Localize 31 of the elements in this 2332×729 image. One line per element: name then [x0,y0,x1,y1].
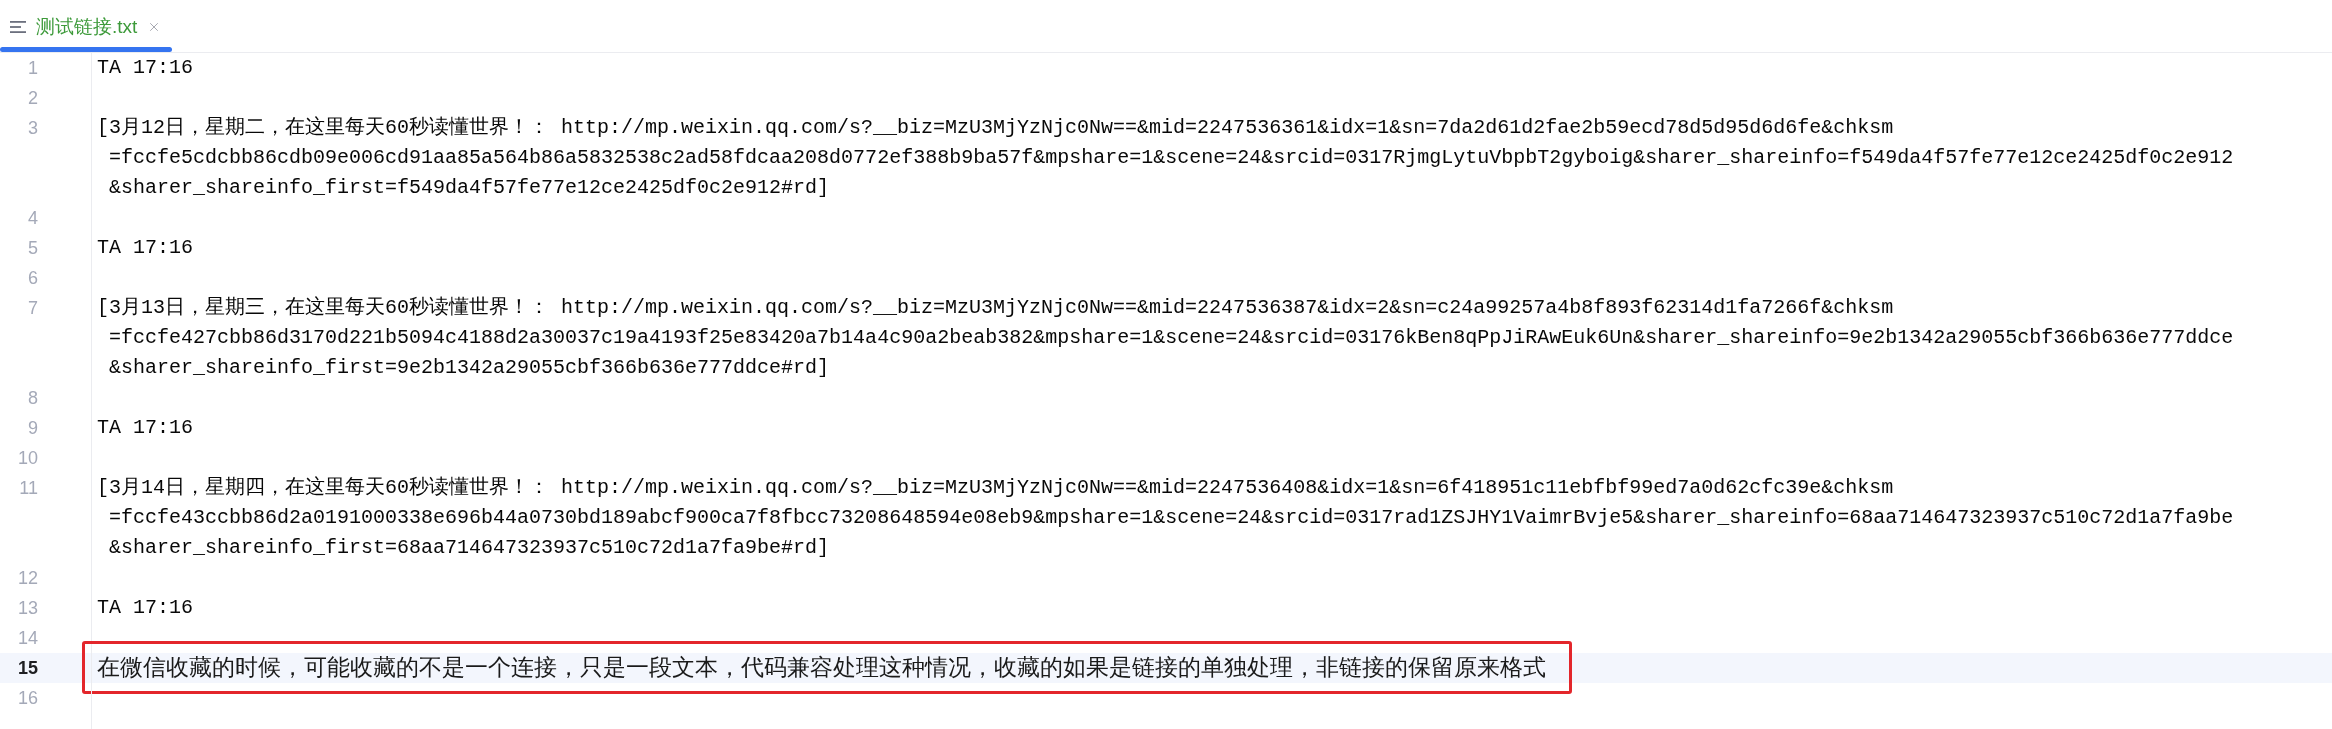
line-number: 8 [27,387,38,410]
line-number: 5 [27,237,38,260]
code-text: =fccfe5cdcbb86cdb09e006cd91aa85a564b86a5832538c2ad58fdcaa208d0772ef388b9ba57f&mpshare=1&scene=24&srcid=0317RjmgLytuVbpbT2gyboig&sharer_shareinfo=f549da4f57fe77e12ce2425df0c2e912 [108,145,2234,171]
code-text: =fccfe43ccbb86d2a0191000338e696b44a0730bd189abcf900ca7f8fbcc73208648594e08eb9&mpshare=1&scene=24&srcid=0317rad1ZSJHY1VaimrBvje5&sharer_shareinfo=68aa714647323937c510c72d1a7fa9be [108,505,2234,531]
text-line: 在微信收藏的时候，可能收藏的不是一个连接，只是一段文本，代码兼容处理这种情况，收藏的如果是链接的单独处理，非链接的保留原来格式 [96,654,1546,682]
line-number: 6 [27,267,38,290]
line-number: 3 [27,117,38,140]
code-text: TA 17:16 [96,235,193,261]
line-number: 2 [27,87,38,110]
line-number: 12 [16,567,38,590]
code-text: TA 17:16 [96,595,193,621]
code-text: TA 17:16 [96,415,193,441]
code-text: [3月13日，星期三，在这里每天60秒读懂世界！： http://mp.weixin.qq.com/s?__biz=MzU3MjYzNjc0Nw==&mid=2247536387&idx=2&sn=c24a99257a4b8f893f62314d1fa7266f&chksm [96,295,1895,321]
line-number: 16 [16,687,38,710]
line-number: 13 [16,597,38,620]
line-number: 11 [18,477,38,500]
code-text: =fccfe427cbb86d3170d221b5094c4188d2a30037c19a4193f25e83420a7b14a4c90a2beab382&mpshare=1&scene=24&srcid=03176kBen8qPpJiRAwEuk6Un&sharer_shareinfo=9e2b1342a29055cbf366b636e777ddce [108,325,2234,351]
line-number: 9 [27,417,38,440]
line-number: 15 [16,657,38,680]
line-number: 7 [27,297,38,320]
code-text: &sharer_shareinfo_first=f549da4f57fe77e12ce2425df0c2e912#rd] [108,175,831,201]
code-text: &sharer_shareinfo_first=9e2b1342a29055cbf366b636e777ddce#rd] [108,355,831,381]
line-number: 10 [16,447,38,470]
line-number: 4 [27,207,38,230]
code-text: [3月14日，星期四，在这里每天60秒读懂世界！： http://mp.weixin.qq.com/s?__biz=MzU3MjYzNjc0Nw==&mid=2247536408&idx=1&sn=6f418951c11ebfbf99ed7a0d62cfc39e&chksm [96,475,1895,501]
code-text: TA 17:16 [96,55,193,81]
code-text: &sharer_shareinfo_first=68aa714647323937c510c72d1a7fa9be#rd] [108,535,831,561]
line-number: 14 [16,627,38,650]
text-file-icon [10,21,26,33]
code-text: [3月12日，星期二，在这里每天60秒读懂世界！： http://mp.weixin.qq.com/s?__biz=MzU3MjYzNjc0Nw==&mid=2247536361&idx=1&sn=7da2d61d2fae2b59ecd78d5d95d6d6fe&chksm [96,115,1895,141]
line-number: 1 [27,57,38,80]
